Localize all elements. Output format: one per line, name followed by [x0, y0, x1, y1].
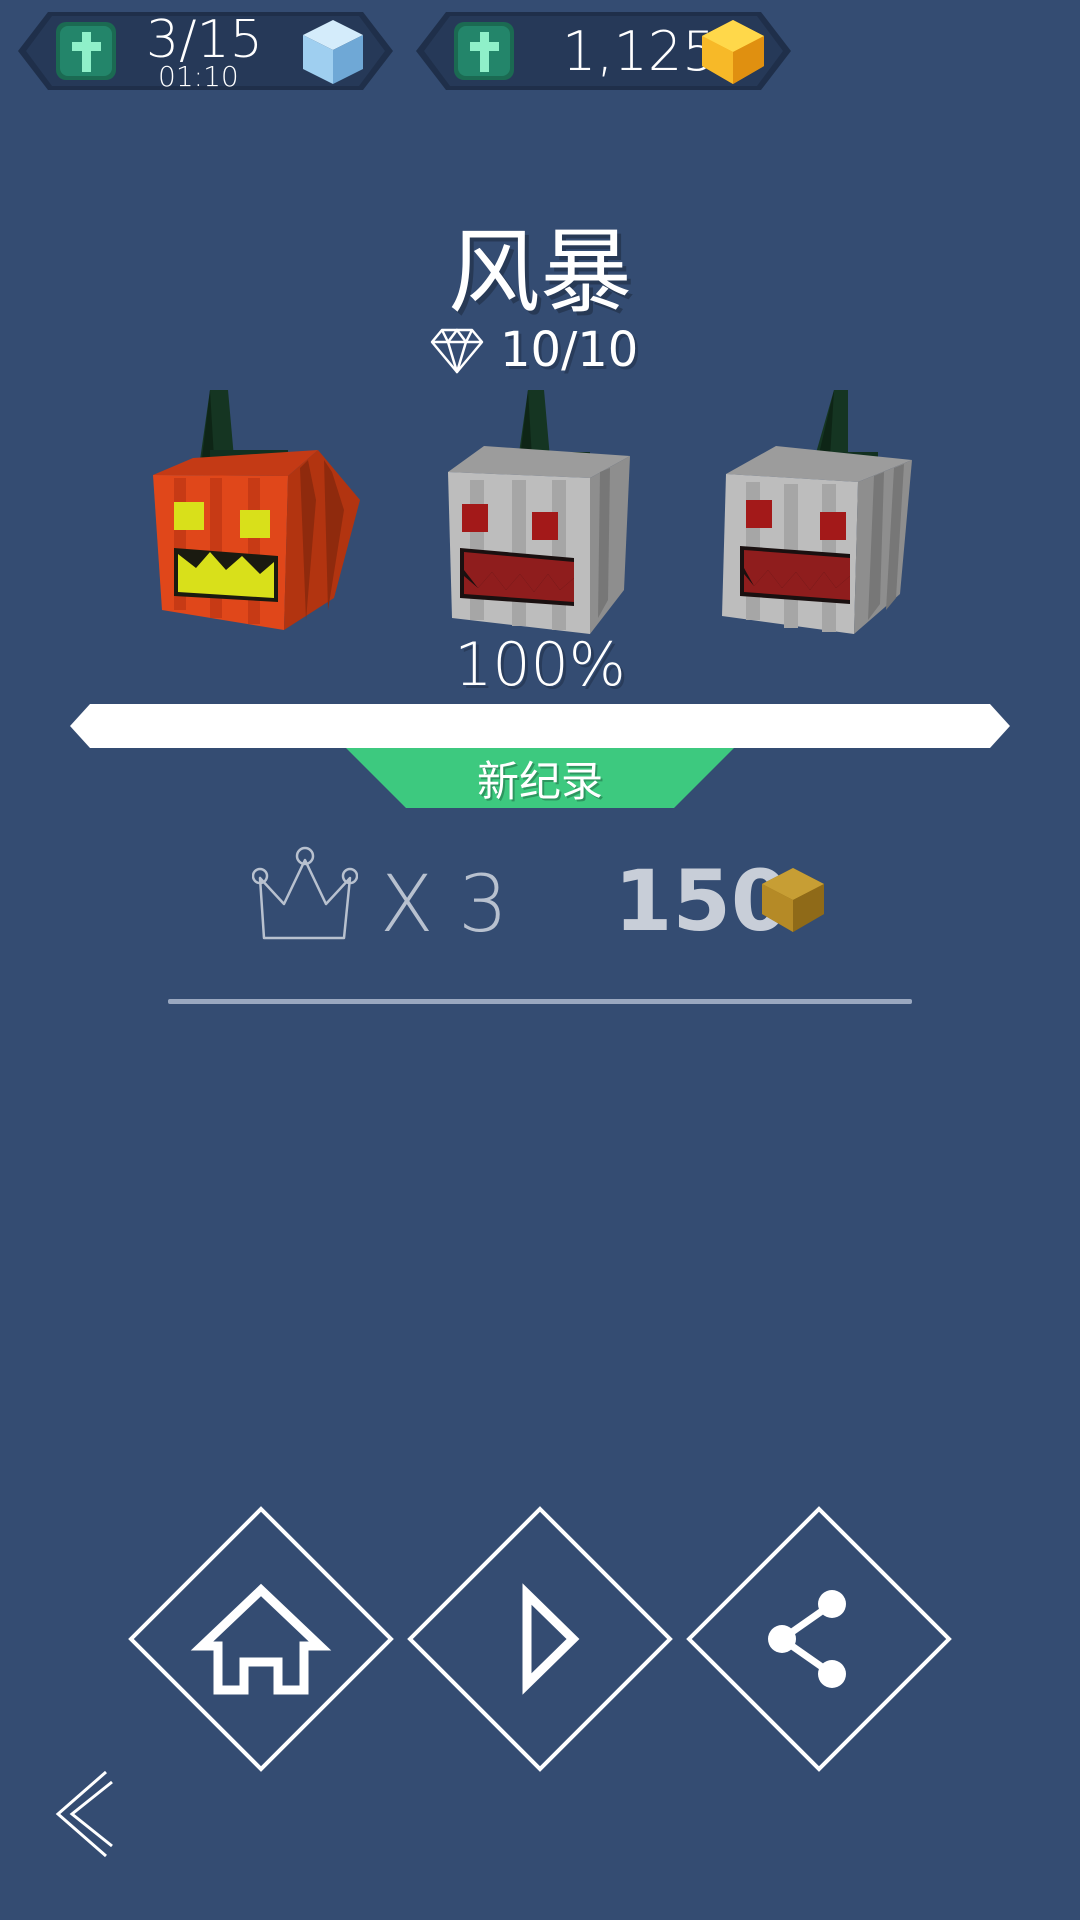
crown-multiplier: X 3	[380, 860, 508, 950]
progress-percent: 100%	[454, 630, 626, 700]
lives-timer: 01:10	[158, 60, 239, 93]
gem-count: 10/10	[500, 322, 639, 378]
divider	[168, 999, 912, 1004]
pumpkin-star-3	[722, 390, 912, 634]
cross-icon	[454, 22, 514, 80]
back-icon	[55, 1770, 113, 1858]
level-title: 风暴	[447, 219, 632, 326]
share-button[interactable]	[686, 1506, 952, 1772]
cube-icon	[303, 20, 363, 84]
coin-icon	[762, 868, 824, 932]
pumpkin-star-2	[448, 390, 630, 634]
cross-icon	[56, 22, 116, 80]
coins-count: 1,125	[562, 20, 717, 83]
gem-counter: 10/10	[430, 318, 638, 382]
diamond-icon	[430, 328, 484, 374]
coin-icon	[702, 20, 764, 84]
coins-panel[interactable]: 1,125	[416, 12, 791, 90]
crown-icon	[252, 846, 358, 940]
share-icon	[768, 1590, 846, 1688]
lives-panel[interactable]: 3/15 01:10	[18, 10, 393, 93]
progress-bar-fill	[70, 704, 1010, 748]
replay-button[interactable]	[407, 1506, 673, 1772]
back-button[interactable]	[50, 1766, 120, 1862]
pumpkin-star-1	[153, 390, 360, 630]
home-button[interactable]	[128, 1506, 394, 1772]
play-icon	[522, 1583, 580, 1695]
new-record-label: 新纪录	[476, 757, 603, 806]
home-icon	[190, 1583, 332, 1695]
progress-bar	[70, 704, 1010, 748]
